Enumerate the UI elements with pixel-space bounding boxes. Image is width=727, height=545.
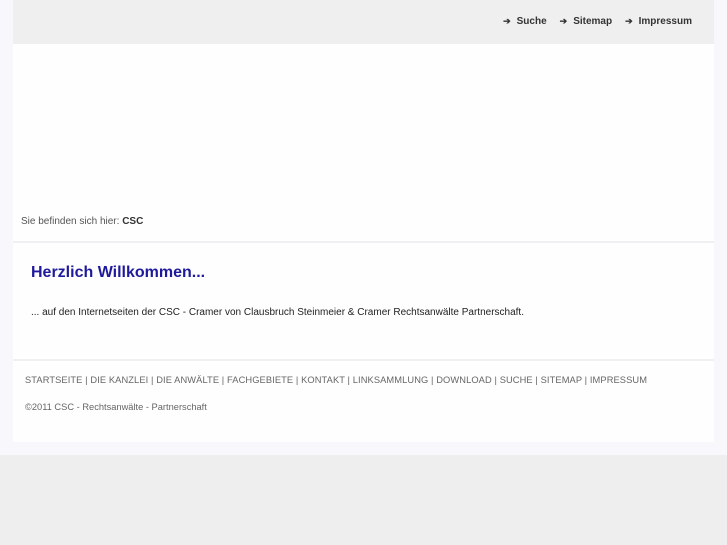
top-link-impressum[interactable]: ➔ Impressum xyxy=(625,16,692,27)
page-title: Herzlich Willkommen... xyxy=(31,264,206,281)
top-link-suche[interactable]: ➔ Suche xyxy=(503,16,547,27)
top-link-sitemap[interactable]: ➔ Sitemap xyxy=(560,16,612,27)
breadcrumb-prefix: Sie befinden sich hier: xyxy=(21,216,120,227)
arrow-right-icon: ➔ xyxy=(625,16,633,26)
link-label: Suche xyxy=(516,16,547,27)
footer-nav: STARTSEITE | DIE KANZLEI | DIE ANWÄLTE |… xyxy=(25,375,647,385)
footer-link-startseite[interactable]: STARTSEITE xyxy=(25,375,82,385)
footer-link-die-anw-lte[interactable]: DIE ANWÄLTE xyxy=(156,375,219,385)
top-bar: ➔ Suche ➔ Sitemap ➔ Impressum xyxy=(13,0,714,44)
arrow-right-icon: ➔ xyxy=(559,16,568,26)
footer-link-kontakt[interactable]: KONTAKT xyxy=(301,375,345,385)
footer-link-sitemap[interactable]: SITEMAP xyxy=(541,375,582,385)
footer-separator: | xyxy=(293,375,302,385)
copyright: ©2011 CSC - Rechtsanwälte - Partnerschaf… xyxy=(25,402,207,412)
footer-separator: | xyxy=(581,375,590,385)
footer-link-die-kanzlei[interactable]: DIE KANZLEI xyxy=(90,375,148,385)
link-label: Sitemap xyxy=(573,16,613,27)
breadcrumb-current[interactable]: CSC xyxy=(122,216,143,227)
page-container: ➔ Suche ➔ Sitemap ➔ Impressum Sie befinden … xyxy=(13,0,714,442)
intro-text: ... auf den Internetseiten der CSC - Cra… xyxy=(31,307,524,318)
breadcrumb: Sie befinden sich hier: CSC xyxy=(21,216,143,227)
footer-separator: | xyxy=(219,375,228,385)
divider xyxy=(13,241,714,243)
link-label: Impressum xyxy=(638,16,692,27)
arrow-right-icon: ➔ xyxy=(503,16,511,26)
divider xyxy=(13,359,714,361)
footer-separator: | xyxy=(344,375,353,385)
footer-link-linksammlung[interactable]: LINKSAMMLUNG xyxy=(353,375,429,385)
top-links: ➔ Suche ➔ Sitemap ➔ Impressum xyxy=(503,16,692,27)
footer-link-suche[interactable]: SUCHE xyxy=(500,375,533,385)
footer-link-impressum[interactable]: IMPRESSUM xyxy=(590,375,647,385)
footer-link-fachgebiete[interactable]: FACHGEBIETE xyxy=(227,375,293,385)
footer-separator: | xyxy=(491,375,500,385)
footer-separator: | xyxy=(532,375,541,385)
footer-link-download[interactable]: DOWNLOAD xyxy=(436,375,492,385)
